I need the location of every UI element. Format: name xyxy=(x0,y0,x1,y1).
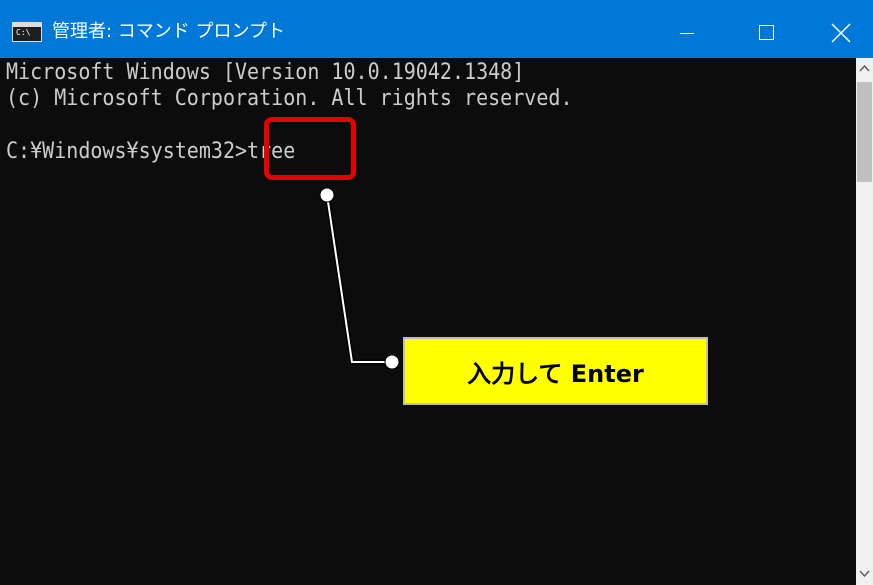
minimize-icon xyxy=(680,33,694,34)
title-bar[interactable]: C:\ 管理者: コマンド プロンプト xyxy=(0,0,873,58)
scrollbar-thumb[interactable] xyxy=(857,82,872,182)
console-icon-label: C:\ xyxy=(16,28,31,37)
command-prompt-window: C:\ 管理者: コマンド プロンプト Microsoft Windows [V… xyxy=(0,0,873,585)
console-line: (c) Microsoft Corporation. All rights re… xyxy=(6,86,573,111)
scroll-down-arrow-icon[interactable] xyxy=(856,563,873,585)
callout-label: 入力して Enter xyxy=(403,337,708,405)
console-icon: C:\ xyxy=(12,22,42,42)
close-icon xyxy=(831,23,851,43)
console-output[interactable]: Microsoft Windows [Version 10.0.19042.13… xyxy=(0,58,856,585)
scroll-up-arrow-icon[interactable] xyxy=(856,58,873,80)
vertical-scrollbar[interactable] xyxy=(856,58,873,585)
maximize-icon xyxy=(759,25,774,40)
minimize-button[interactable] xyxy=(651,0,721,58)
close-button[interactable] xyxy=(803,0,873,58)
console-line: Microsoft Windows [Version 10.0.19042.13… xyxy=(6,60,525,85)
maximize-button[interactable] xyxy=(733,0,803,58)
command-highlight-box xyxy=(264,117,356,180)
callout-text: 入力して Enter xyxy=(467,359,644,388)
window-title: 管理者: コマンド プロンプト xyxy=(52,21,285,42)
command-line: C:¥Windows¥system32>tree xyxy=(6,139,296,164)
